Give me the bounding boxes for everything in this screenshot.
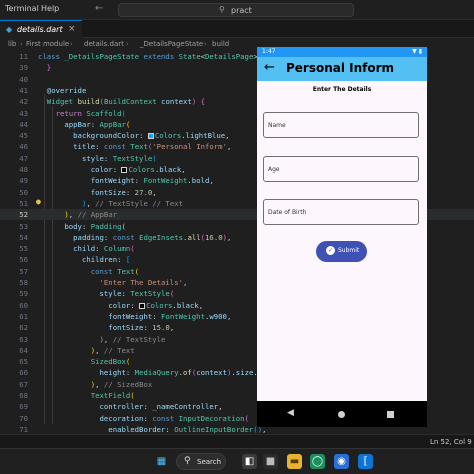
form-body: Enter The Details Name Age Date of Birth… bbox=[257, 81, 427, 401]
submit-button[interactable]: ✓ Submit bbox=[316, 241, 367, 262]
search-icon: ⚲ bbox=[219, 5, 225, 14]
date-of-birth-field[interactable]: Date of Birth bbox=[263, 199, 419, 225]
editor-tab-bar: ◆ details.dart × bbox=[0, 20, 474, 38]
chevron-right-icon: › bbox=[204, 40, 207, 48]
date-of-birth-field-label: Date of Birth bbox=[268, 209, 307, 216]
phone-time: 1:47 bbox=[262, 48, 276, 55]
title-bar: Terminal Help ← ⚲ pract bbox=[0, 0, 474, 20]
chevron-right-icon: › bbox=[20, 40, 23, 48]
phone-emulator: 1:47 ▼ ▮ ← Personal Inform Enter The Det… bbox=[257, 47, 427, 427]
name-field-label: Name bbox=[268, 122, 286, 129]
back-arrow-icon[interactable]: ← bbox=[264, 60, 275, 75]
chevron-right-icon: › bbox=[126, 40, 129, 48]
app-title: Personal Inform bbox=[286, 61, 395, 75]
chrome-browser-icon[interactable]: ◉ bbox=[334, 454, 349, 469]
search-icon: ⚲ bbox=[184, 456, 191, 466]
submit-label: Submit bbox=[338, 247, 360, 254]
nav-home-icon[interactable] bbox=[338, 411, 345, 418]
windows-taskbar: ▦ ⚲ Search ◧ ■ ▬ ◯ ◉ ⟦ bbox=[0, 448, 474, 474]
breadcrumb-item[interactable]: First module bbox=[26, 40, 69, 48]
dart-file-icon: ◆ bbox=[6, 25, 13, 34]
nav-back-icon[interactable]: ◀ bbox=[287, 408, 294, 418]
name-field[interactable]: Name bbox=[263, 112, 419, 138]
vscode-icon[interactable]: ⟦ bbox=[358, 454, 373, 469]
status-bar: Ln 52, Col 9 bbox=[0, 434, 474, 448]
file-explorer-icon[interactable]: ▬ bbox=[287, 454, 302, 469]
tab-details-dart[interactable]: ◆ details.dart × bbox=[0, 20, 82, 38]
app-bar: ← Personal Inform bbox=[257, 57, 427, 81]
tab-label: details.dart bbox=[17, 25, 63, 34]
command-center-text: pract bbox=[231, 6, 252, 15]
breadcrumb-item[interactable]: _DetailsPageState bbox=[140, 40, 203, 48]
check-icon: ✓ bbox=[326, 246, 335, 255]
breadcrumb-item[interactable]: lib bbox=[8, 40, 16, 48]
edge-browser-icon[interactable]: ◯ bbox=[310, 454, 325, 469]
age-field-label: Age bbox=[268, 166, 280, 173]
command-center-search[interactable]: ⚲ pract bbox=[118, 3, 354, 17]
breadcrumb-item[interactable]: build bbox=[212, 40, 229, 48]
nav-arrows: ← bbox=[95, 3, 111, 14]
form-heading: Enter The Details bbox=[312, 86, 372, 93]
phone-nav-bar: ◀ bbox=[257, 402, 427, 427]
back-arrow-icon[interactable]: ← bbox=[95, 3, 103, 14]
cursor-position[interactable]: Ln 52, Col 9 bbox=[430, 438, 472, 446]
taskbar-search[interactable]: ⚲ Search bbox=[176, 453, 226, 470]
phone-status-bar: 1:47 ▼ ▮ bbox=[257, 47, 427, 57]
widgets-icon[interactable]: ■ bbox=[263, 454, 278, 469]
breadcrumb-item[interactable]: details.dart bbox=[84, 40, 124, 48]
battery-icon: ▼ ▮ bbox=[412, 48, 422, 55]
age-field[interactable]: Age bbox=[263, 156, 419, 182]
menu-terminal[interactable]: Terminal bbox=[5, 4, 39, 13]
close-icon[interactable]: × bbox=[68, 24, 76, 34]
taskbar-search-label: Search bbox=[197, 458, 222, 466]
task-view-icon[interactable]: ◧ bbox=[242, 454, 257, 469]
chevron-right-icon: › bbox=[70, 40, 73, 48]
nav-recent-apps-icon[interactable] bbox=[387, 411, 394, 418]
menu-help[interactable]: Help bbox=[41, 4, 59, 13]
windows-start-icon[interactable]: ▦ bbox=[154, 454, 169, 469]
